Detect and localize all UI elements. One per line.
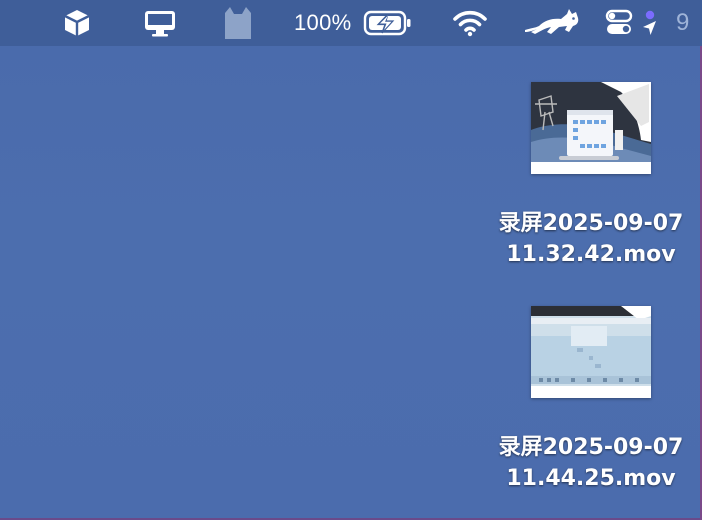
battery-percent[interactable]: 100% xyxy=(294,0,356,46)
menu-bar: 100% 9 xyxy=(0,0,702,46)
desktop-file-item[interactable]: 录屏2025-09-07 11.44.25.mov xyxy=(481,306,701,494)
file-name-line2: 11.32.42.mov xyxy=(506,242,676,267)
display-icon[interactable] xyxy=(142,0,178,46)
desktop-file-item[interactable]: 录屏2025-09-07 11.32.42.mov xyxy=(481,82,701,270)
wifi-icon[interactable] xyxy=(450,0,490,46)
battery-charging-icon[interactable] xyxy=(362,0,414,46)
file-name-line1: 录屏2025-09-07 xyxy=(498,211,684,236)
video-thumbnail-icon[interactable] xyxy=(531,306,651,398)
file-name-label: 录屏2025-09-07 11.32.42.mov xyxy=(499,208,684,270)
file-name-line2: 11.44.25.mov xyxy=(506,466,676,491)
box-icon[interactable] xyxy=(60,0,94,46)
cat-tag-icon[interactable] xyxy=(220,0,256,46)
video-thumbnail-icon[interactable] xyxy=(531,82,651,174)
location-arrow-icon[interactable] xyxy=(640,0,660,46)
file-name-label: 录屏2025-09-07 11.44.25.mov xyxy=(499,432,684,494)
control-center-icon[interactable] xyxy=(602,0,640,46)
file-name-line1: 录屏2025-09-07 xyxy=(498,435,684,460)
menu-clock-partial[interactable]: 9 xyxy=(676,0,702,46)
runcat-icon[interactable] xyxy=(522,0,584,46)
